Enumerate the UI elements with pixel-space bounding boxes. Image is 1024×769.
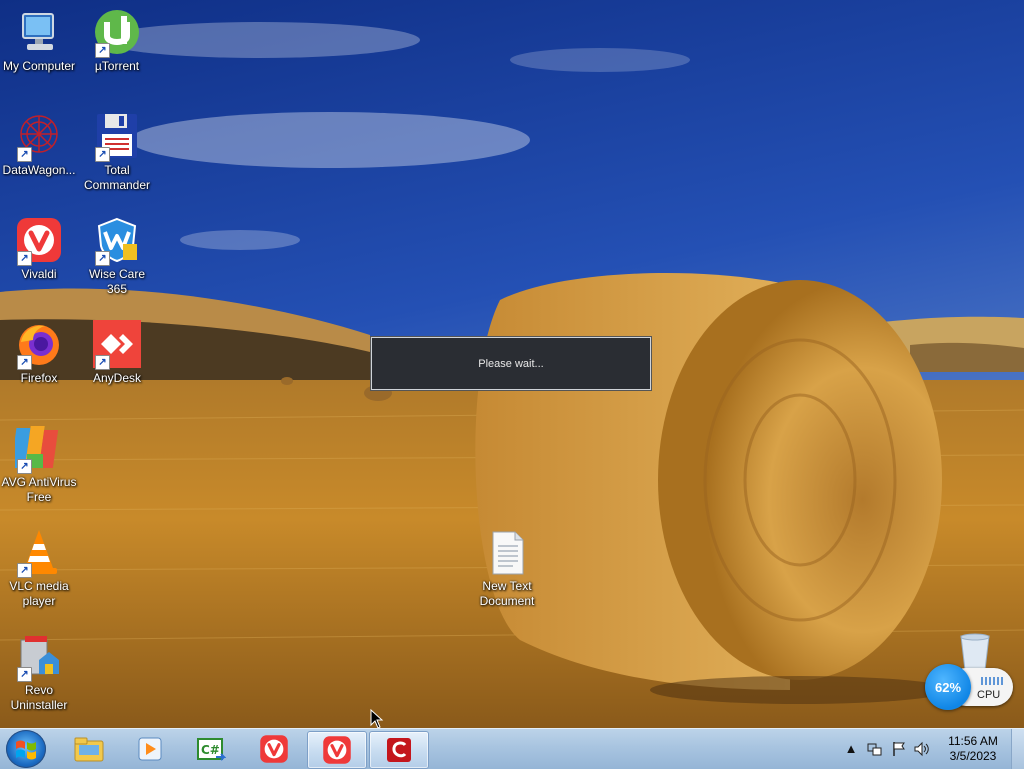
shortcut-arrow-icon: ↗ [95,355,110,370]
desktop-icon-wise-care-365[interactable]: ↗ Wise Care 365 [78,216,156,297]
vivaldi-icon [323,736,351,764]
shortcut-arrow-icon: ↗ [17,667,32,682]
shortcut-arrow-icon: ↗ [17,459,32,474]
desktop-icon-label: Revo Uninstaller [10,683,68,712]
csharp-icon: C# [197,738,226,761]
cpu-label: CPU [977,689,1001,701]
desktop-icon-label: AnyDesk [92,371,142,385]
file-explorer-icon [74,737,104,762]
taskbar-vivaldi[interactable] [245,731,303,767]
cpu-meter-gadget[interactable]: 62% CPU [925,662,1015,714]
desktop-icon-label: DataWagon... [2,163,76,177]
taskbar-media-player[interactable] [121,731,179,767]
shortcut-arrow-icon: ↗ [95,251,110,266]
desktop-icon-label: AVG AntiVirus Free [1,475,77,504]
shortcut-arrow-icon: ↗ [17,355,32,370]
shortcut-arrow-icon: ↗ [95,43,110,58]
clock-time: 11:56 AM [948,734,998,748]
show-desktop-button[interactable] [1011,729,1024,769]
desktop-icon-datawagon[interactable]: ↗ DataWagon... [0,112,78,178]
please-wait-message: Please wait... [478,357,544,370]
show-hidden-icons-chevron-icon[interactable]: ▲ [843,741,859,757]
taskbar-csharp[interactable]: C# [182,731,240,767]
firefox-icon: ↗ [15,320,63,370]
desktop-icon-label: Firefox [20,371,58,385]
avg-antivirus-icon: ↗ [15,424,63,474]
cpu-percent-value: 62% [934,679,962,695]
desktop-icon-vivaldi[interactable]: ↗ Vivaldi [0,216,78,282]
svg-text:C#: C# [201,743,220,757]
vivaldi-icon: ↗ [15,216,63,266]
windows-logo-icon [16,740,36,760]
desktop-icon-label: µTorrent [94,59,140,73]
vlc-cone-icon: ↗ [15,528,63,578]
clock-date: 3/5/2023 [949,749,997,763]
revo-uninstaller-icon: ↗ [15,632,63,682]
shortcut-arrow-icon: ↗ [17,563,32,578]
desktop-icon-utorrent[interactable]: ↗ µTorrent [78,8,156,74]
desktop-icon-my-computer[interactable]: My Computer [0,8,78,74]
start-button[interactable] [6,730,46,768]
cpu-activity-bars [981,677,1003,685]
vivaldi-icon [260,735,288,763]
wise-care-shield-icon: ↗ [93,216,141,266]
desktop-icon-label: Wise Care 365 [88,267,145,296]
shortcut-arrow-icon: ↗ [17,147,32,162]
taskbar-vivaldi-active[interactable] [307,731,367,769]
desktop-icon-firefox[interactable]: ↗ Firefox [0,320,78,386]
taskbar-clock[interactable]: 11:56 AM 3/5/2023 [935,734,1011,764]
utorrent-icon: ↗ [93,8,141,58]
desktop-icon-new-text-document[interactable]: New Text Document [468,528,546,609]
my-computer-icon [15,8,63,56]
desktop-icon-label: VLC media player [9,579,69,608]
floppy-disk-icon: ↗ [93,112,141,162]
media-player-icon [138,737,162,761]
desktop-icon-label: New Text Document [479,579,535,608]
shortcut-arrow-icon: ↗ [17,251,32,266]
taskbar: C# ▲ 11:56 AM 3/5/2023 [0,728,1024,769]
action-center-flag-icon[interactable] [891,741,907,757]
desktop-icon-label: Total Commander [83,163,151,192]
ccleaner-icon [387,738,411,762]
volume-icon[interactable] [914,741,930,757]
shortcut-arrow-icon: ↗ [95,147,110,162]
cpu-percent-dial: 62% [925,664,971,710]
desktop-icon-vlc[interactable]: ↗ VLC media player [0,528,78,609]
network-icon[interactable] [867,741,883,757]
desktop-icon-revo-uninstaller[interactable]: ↗ Revo Uninstaller [0,632,78,713]
taskbar-ccleaner[interactable] [369,731,429,769]
anydesk-icon: ↗ [93,320,141,370]
text-document-icon [483,528,531,576]
desktop-icon-label: My Computer [2,59,76,73]
desktop-icon-total-commander[interactable]: ↗ Total Commander [78,112,156,193]
taskbar-file-explorer[interactable] [60,731,118,767]
desktop-icon-anydesk[interactable]: ↗ AnyDesk [78,320,156,386]
desktop-icon-label: Vivaldi [21,267,57,281]
desktop-icon-avg-antivirus[interactable]: ↗ AVG AntiVirus Free [0,424,78,505]
datawagon-icon: ↗ [15,112,63,162]
please-wait-dialog: Please wait... [371,337,651,390]
